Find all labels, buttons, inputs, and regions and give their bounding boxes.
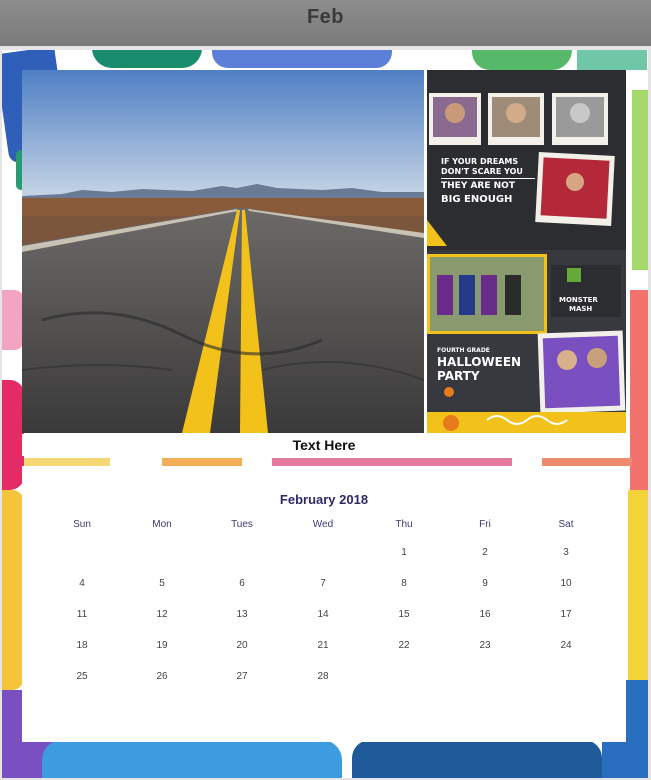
day-cell[interactable]: 11 <box>42 609 122 620</box>
weekday-wed: Wed <box>312 519 334 530</box>
calendar-grid: February 2018 Sun Mon Tues Wed Thu Fri S… <box>22 466 626 742</box>
day-cell[interactable]: 6 <box>202 578 282 589</box>
day-cell[interactable]: 22 <box>364 640 444 651</box>
weekday-thu: Thu <box>395 519 413 530</box>
day-cell[interactable]: 27 <box>202 671 282 682</box>
day-cell[interactable]: 28 <box>283 671 363 682</box>
photo-caption[interactable]: Text Here <box>22 434 626 456</box>
day-cell[interactable]: 13 <box>202 609 282 620</box>
collage-quote-3: THEY ARE NOT <box>441 181 516 191</box>
calendar-page[interactable]: IF YOUR DREAMS DON'T SCARE YOU THEY ARE … <box>2 50 648 778</box>
collage-badge-2: MASH <box>569 305 592 313</box>
page-title: Feb <box>306 5 345 28</box>
day-cell[interactable]: 5 <box>122 578 202 589</box>
weekday-sun: Sun <box>73 519 91 530</box>
decor-splash <box>2 290 24 350</box>
decor-splash <box>42 740 342 778</box>
day-cell[interactable]: 26 <box>122 671 202 682</box>
day-cell[interactable]: 21 <box>283 640 363 651</box>
weekday-sat: Sat <box>558 519 574 530</box>
day-cell[interactable]: 4 <box>42 578 122 589</box>
day-cell[interactable]: 8 <box>364 578 444 589</box>
collage-photo[interactable]: IF YOUR DREAMS DON'T SCARE YOU THEY ARE … <box>427 70 626 433</box>
day-cell[interactable]: 24 <box>526 640 606 651</box>
day-cell[interactable]: 23 <box>445 640 525 651</box>
decor-splash <box>577 50 647 70</box>
decor-splash <box>628 490 648 680</box>
day-cell[interactable]: 10 <box>526 578 606 589</box>
weekday-tues: Tues <box>231 519 253 530</box>
day-cell[interactable]: 7 <box>283 578 363 589</box>
day-cell[interactable]: 17 <box>526 609 606 620</box>
decor-splash <box>630 290 648 490</box>
decor-splash <box>632 90 648 270</box>
day-cell[interactable]: 14 <box>283 609 363 620</box>
decor-splash <box>352 740 602 778</box>
weekday-mon: Mon <box>152 519 172 530</box>
collage-quote-4: BIG ENOUGH <box>441 194 512 205</box>
road-image <box>22 70 424 433</box>
decor-splash <box>272 458 512 466</box>
day-cell[interactable]: 3 <box>526 547 606 558</box>
collage-grade: FOURTH GRADE <box>437 347 490 354</box>
day-cell[interactable]: 19 <box>122 640 202 651</box>
road-photo[interactable] <box>22 70 424 433</box>
decor-splash <box>24 458 110 466</box>
decor-splash <box>212 50 392 68</box>
decor-splash <box>472 50 572 70</box>
day-cell[interactable]: 1 <box>364 547 444 558</box>
day-cell[interactable]: 16 <box>445 609 525 620</box>
collage-image: IF YOUR DREAMS DON'T SCARE YOU THEY ARE … <box>427 70 626 433</box>
collage-quote-2: DON'T SCARE YOU <box>441 167 523 176</box>
decor-splash <box>542 458 632 466</box>
day-cell[interactable]: 2 <box>445 547 525 558</box>
weekday-fri: Fri <box>479 519 491 530</box>
calendar-month-title: February 2018 <box>279 492 369 507</box>
collage-quote-1: IF YOUR DREAMS <box>441 157 518 166</box>
decor-splash <box>162 458 242 466</box>
day-cell[interactable]: 18 <box>42 640 122 651</box>
day-cell[interactable]: 15 <box>364 609 444 620</box>
collage-badge-1: MONSTER <box>559 296 598 304</box>
decor-splash <box>2 490 24 690</box>
day-cell[interactable]: 9 <box>445 578 525 589</box>
title-bar: Feb <box>0 0 651 46</box>
collage-party-2: PARTY <box>437 369 480 383</box>
decor-splash <box>92 50 202 68</box>
day-cell[interactable]: 20 <box>202 640 282 651</box>
decor-splash <box>2 380 24 490</box>
day-cell[interactable]: 12 <box>122 609 202 620</box>
collage-party-1: HALLOWEEN <box>437 355 521 369</box>
day-cell[interactable]: 25 <box>42 671 122 682</box>
